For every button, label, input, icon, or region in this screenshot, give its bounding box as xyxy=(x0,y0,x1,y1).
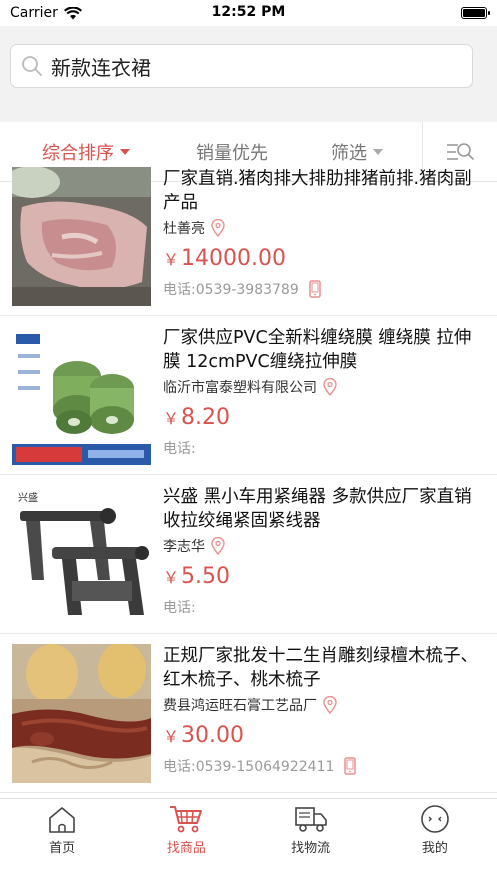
search-icon xyxy=(22,56,42,76)
battery-icon xyxy=(461,7,490,19)
wifi-icon xyxy=(63,6,82,19)
tab-home[interactable]: 首页 xyxy=(0,799,124,861)
price-value: 14000.00 xyxy=(181,246,286,271)
product-price: ￥5.50 xyxy=(163,561,479,593)
phone-label: 电话: xyxy=(163,282,196,298)
product-list: 厂家直销.猪肉排大排肋排猪前排.猪肉副产品 杜善亮 ￥14000.00 电话:0… xyxy=(0,157,497,798)
product-title: 兴盛 黑小车用紧绳器 多款供应厂家直销收拉绞绳紧固紧线器 xyxy=(163,487,472,531)
price-value: 5.50 xyxy=(181,564,230,589)
product-info: 厂家直销.猪肉排大排肋排猪前排.猪肉副产品 杜善亮 ￥14000.00 电话:0… xyxy=(163,167,487,315)
product-title: 厂家供应PVC全新料缠绕膜 缠绕膜 拉伸膜 12cmPVC缠绕拉伸膜 xyxy=(163,328,472,372)
location-pin-icon xyxy=(323,696,337,714)
product-price: ￥8.20 xyxy=(163,402,479,434)
tab-mine[interactable]: 我的 xyxy=(373,799,497,861)
product-info: 厂家供应PVC全新料缠绕膜 缠绕膜 拉伸膜 12cmPVC缠绕拉伸膜 临沂市富泰… xyxy=(163,326,487,474)
home-icon xyxy=(49,807,75,833)
tab-find-goods-label: 找商品 xyxy=(166,841,206,856)
truck-icon xyxy=(294,807,327,832)
carrier-label: Carrier xyxy=(10,5,58,21)
caret-down-icon xyxy=(373,148,383,155)
location-pin-icon xyxy=(211,219,225,237)
seller-row: 临沂市富泰塑料有限公司 xyxy=(163,376,479,398)
search-query: 新款连衣裙 xyxy=(51,55,151,80)
product-title: 厂家直销.猪肉排大排肋排猪前排.猪肉副产品 xyxy=(163,169,472,213)
phone-row: 电话: xyxy=(163,595,479,619)
mobile-phone-icon[interactable] xyxy=(309,280,321,298)
phone-number: 0539-15064922411 xyxy=(195,759,335,775)
product-item[interactable]: 厂家供应PVC全新料缠绕膜 缠绕膜 拉伸膜 12cmPVC缠绕拉伸膜 临沂市富泰… xyxy=(0,316,497,475)
seller-row: 杜善亮 xyxy=(163,217,479,239)
product-item[interactable]: 正规厂家批发十二生肖雕刻绿檀木梳子、红木梳子、桃木梳子 费县鸿运旺石膏工艺品厂 … xyxy=(0,634,497,793)
phone-row: 电话:0539-15064922411 xyxy=(163,754,479,778)
price-value: 8.20 xyxy=(181,405,230,430)
search-input[interactable]: 新款连衣裙 xyxy=(10,44,473,88)
product-price: ￥30.00 xyxy=(163,720,479,752)
tab-home-label: 首页 xyxy=(49,841,76,856)
caret-down-icon xyxy=(120,148,130,155)
product-title: 正规厂家批发十二生肖雕刻绿檀木梳子、红木梳子、桃木梳子 xyxy=(163,646,478,690)
tab-find-logistics-label: 找物流 xyxy=(291,841,331,856)
phone-row: 电话:0539-3983789 xyxy=(163,277,479,301)
smiley-icon xyxy=(421,805,449,833)
phone-number: 0539-3983789 xyxy=(195,282,299,298)
search-area: 新款连衣裙 xyxy=(0,26,497,122)
product-item[interactable]: 厂家直销.猪肉排大排肋排猪前排.猪肉副产品 杜善亮 ￥14000.00 电话:0… xyxy=(0,157,497,316)
seller-row: 李志华 xyxy=(163,535,479,557)
mobile-phone-icon[interactable] xyxy=(344,757,357,775)
phone-label: 电话: xyxy=(163,759,196,775)
product-image-wooden-comb xyxy=(12,644,151,783)
tab-find-goods[interactable]: 找商品 xyxy=(124,799,248,861)
price-symbol: ￥ xyxy=(163,568,180,587)
location-pin-icon xyxy=(211,537,225,555)
status-bar: Carrier 12:52 PM xyxy=(0,0,497,26)
bottom-tab-bar: 首页 找商品 找物流 我的 xyxy=(0,798,497,861)
price-symbol: ￥ xyxy=(163,409,180,428)
product-image-pork xyxy=(12,167,151,306)
tab-find-logistics[interactable]: 找物流 xyxy=(249,799,373,861)
svg-text:兴盛: 兴盛 xyxy=(18,491,38,504)
product-info: 兴盛 黑小车用紧绳器 多款供应厂家直销收拉绞绳紧固紧线器 李志华 ￥5.50 电… xyxy=(163,485,487,633)
product-image-tensioner: 兴盛 xyxy=(12,485,151,624)
tab-mine-label: 我的 xyxy=(421,841,448,856)
price-symbol: ￥ xyxy=(163,727,180,746)
seller-row: 费县鸿运旺石膏工艺品厂 xyxy=(163,694,479,716)
seller-name: 费县鸿运旺石膏工艺品厂 xyxy=(163,698,317,714)
phone-row: 电话: xyxy=(163,436,479,460)
shopping-cart-icon xyxy=(170,806,203,833)
seller-name: 杜善亮 xyxy=(163,221,205,237)
price-value: 30.00 xyxy=(181,723,244,748)
product-info: 正规厂家批发十二生肖雕刻绿檀木梳子、红木梳子、桃木梳子 费县鸿运旺石膏工艺品厂 … xyxy=(163,644,487,792)
phone-label: 电话: xyxy=(163,600,196,616)
seller-name: 李志华 xyxy=(163,539,205,555)
product-image-stretch-film xyxy=(12,326,151,465)
location-pin-icon xyxy=(323,378,337,396)
bottom-safe-area xyxy=(0,861,497,883)
phone-label: 电话: xyxy=(163,441,196,457)
status-left: Carrier xyxy=(10,5,82,21)
price-symbol: ￥ xyxy=(163,250,180,269)
product-price: ￥14000.00 xyxy=(163,243,479,275)
seller-name: 临沂市富泰塑料有限公司 xyxy=(163,380,317,396)
product-item[interactable]: 兴盛 兴盛 黑小车用紧绳器 多款供应厂家直销收拉绞绳紧固紧线器 李志华 ￥5.5… xyxy=(0,475,497,634)
